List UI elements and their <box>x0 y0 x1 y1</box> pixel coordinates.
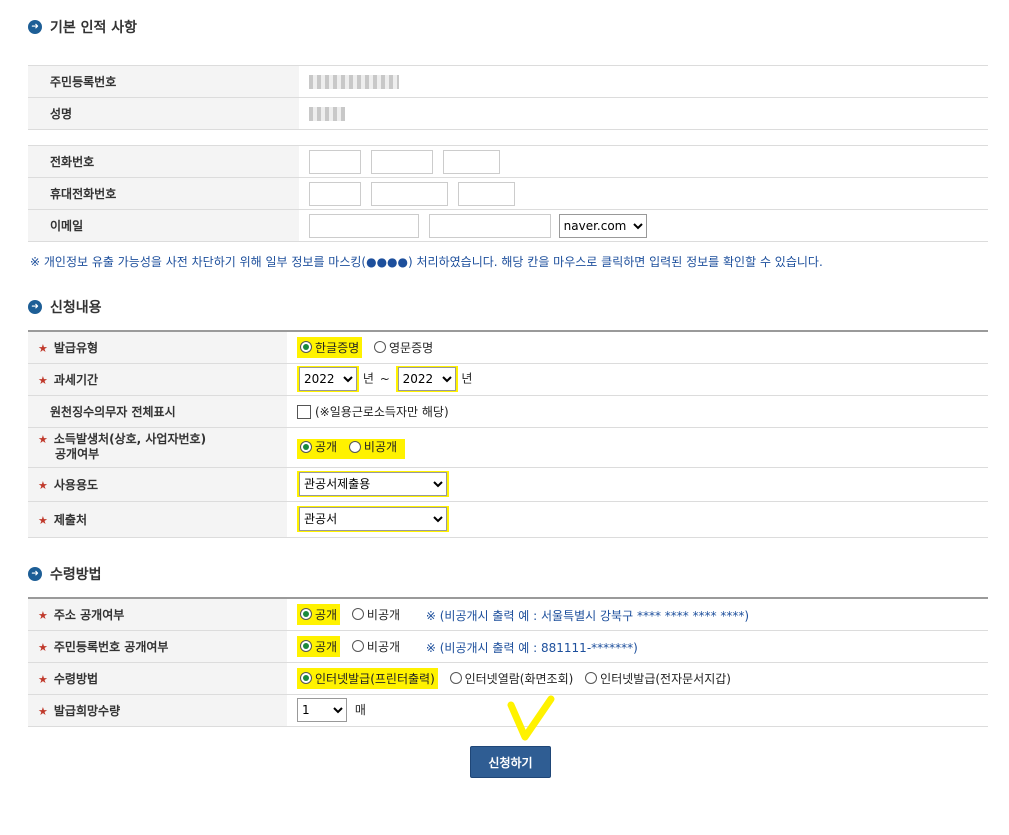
usage-value: 관공서제출용 <box>287 466 988 501</box>
radio-icon <box>449 672 462 684</box>
section-title-request: ➜ 신청내용 <box>28 297 102 317</box>
radio-icon <box>300 608 312 621</box>
receive-method-label: ★ 수령방법 <box>28 661 287 694</box>
quantity-select[interactable]: 1 <box>297 698 347 722</box>
issue-type-label: ★ 발급유형 <box>28 330 287 363</box>
name-label: 성명 <box>28 97 299 130</box>
income-source-options: 공개 비공개 <box>287 426 988 467</box>
usage-select[interactable]: 관공서제출용 <box>299 472 447 496</box>
radio-icon <box>300 440 312 453</box>
mobile-field-1[interactable] <box>309 181 361 206</box>
address-public[interactable]: 공개 <box>297 603 341 625</box>
arrow-circle-icon: ➜ <box>28 567 42 581</box>
rrn-note: ※ (비공개시 출력 예 : 881111-*******) <box>425 641 638 655</box>
mobile-field-2[interactable] <box>370 181 448 206</box>
rrn-value[interactable] <box>299 65 988 98</box>
withholding-label: 원천징수의무자 전체표시 <box>28 394 287 427</box>
name-value[interactable] <box>299 97 988 130</box>
radio-icon <box>300 341 312 354</box>
phone-field-3[interactable] <box>442 149 500 174</box>
email-label: 이메일 <box>28 209 299 242</box>
masked-value <box>309 106 345 121</box>
radio-icon <box>351 640 364 652</box>
radio-icon <box>300 640 312 652</box>
income-source-public[interactable]: 공개 <box>300 438 337 455</box>
issue-type-english[interactable]: 영문증명 <box>374 339 433 356</box>
section-title-basic-info: ➜ 기본 인적 사항 <box>28 17 137 37</box>
usage-label: ★ 사용용도 <box>28 466 287 501</box>
email-domain-field[interactable] <box>428 213 551 238</box>
arrow-circle-icon: ➜ <box>28 300 42 314</box>
rrn-public-label: ★ 주민등록번호 공개여부 <box>28 629 287 662</box>
rrn-private[interactable]: 비공개 <box>351 638 400 655</box>
quantity-label: ★ 발급희망수량 <box>28 693 287 727</box>
email-value[interactable]: naver.com <box>299 209 988 242</box>
privacy-notice: ※ 개인정보 유출 가능성을 사전 차단하기 위해 일부 정보를 마스킹(●●●… <box>30 255 823 269</box>
income-source-private[interactable]: 비공개 <box>348 438 397 455</box>
method-e-wallet[interactable]: 인터넷발급(전자문서지갑) <box>585 670 731 687</box>
apply-button[interactable]: 신청하기 <box>470 746 551 778</box>
mobile-label: 휴대전화번호 <box>28 177 299 210</box>
tax-period-to-select[interactable]: 2022 <box>397 367 456 391</box>
address-private[interactable]: 비공개 <box>351 606 400 623</box>
submit-to-select[interactable]: 관공서 <box>299 507 447 531</box>
radio-icon <box>351 608 364 621</box>
phone-field-2[interactable] <box>370 149 433 174</box>
receive-method-options: 인터넷발급(프린터출력) 인터넷열람(화면조회) 인터넷발급(전자문서지갑) <box>287 661 988 694</box>
basic-info-table-1: 주민등록번호 성명 <box>28 65 988 130</box>
tax-period-value: 2022 년 ~ 2022 년 <box>287 362 988 395</box>
method-internet-print[interactable]: 인터넷발급(프린터출력) <box>297 667 438 689</box>
radio-icon <box>374 341 386 354</box>
arrow-circle-icon: ➜ <box>28 20 42 34</box>
rrn-label: 주민등록번호 <box>28 65 299 98</box>
address-public-label: ★ 주소 공개여부 <box>28 597 287 630</box>
radio-icon <box>300 672 312 684</box>
email-id-field[interactable] <box>309 213 419 238</box>
email-domain-select[interactable]: naver.com <box>558 213 647 238</box>
method-internet-view[interactable]: 인터넷열람(화면조회) <box>449 670 573 687</box>
submit-to-label: ★ 제출처 <box>28 500 287 538</box>
tax-period-from-select[interactable]: 2022 <box>299 367 357 391</box>
basic-info-table-2: 전화번호 휴대전화번호 이메일 naver.com <box>28 145 988 242</box>
withholding-value[interactable]: (※일용근로소득자만 해당) <box>287 394 988 427</box>
rrn-public-options: 공개 비공개 ※ (비공개시 출력 예 : 881111-*******) <box>287 629 988 662</box>
submit-to-value: 관공서 <box>287 500 988 538</box>
request-table: ★ 발급유형 한글증명 영문증명 ★ 과세기간 2022 년 ~ 2022 년 원천… <box>28 330 988 538</box>
address-note: ※ (비공개시 출력 예 : 서울특별시 강북구 **** **** **** … <box>425 609 750 624</box>
radio-icon <box>348 440 361 453</box>
mobile-field-3[interactable] <box>457 181 515 206</box>
checkbox[interactable] <box>297 405 311 419</box>
section-title-receive: ➜ 수령방법 <box>28 564 102 584</box>
issue-type-options: 한글증명 영문증명 <box>287 330 988 363</box>
phone-field-1[interactable] <box>309 149 361 174</box>
rrn-public[interactable]: 공개 <box>297 635 341 657</box>
issue-type-korean[interactable]: 한글증명 <box>297 336 363 358</box>
income-source-label: ★ 소득발생처(상호, 사업자번호) 공개여부 <box>28 426 287 467</box>
masked-value <box>309 74 399 89</box>
mobile-value[interactable] <box>299 177 988 210</box>
check-mark-annotation-icon <box>507 695 555 741</box>
quantity-value: 1 매 <box>287 693 988 727</box>
radio-icon <box>585 672 598 684</box>
phone-label: 전화번호 <box>28 145 299 178</box>
address-public-options: 공개 비공개 ※ (비공개시 출력 예 : 서울특별시 강북구 **** ***… <box>287 597 988 630</box>
tax-period-label: ★ 과세기간 <box>28 362 287 395</box>
phone-value[interactable] <box>299 145 988 178</box>
